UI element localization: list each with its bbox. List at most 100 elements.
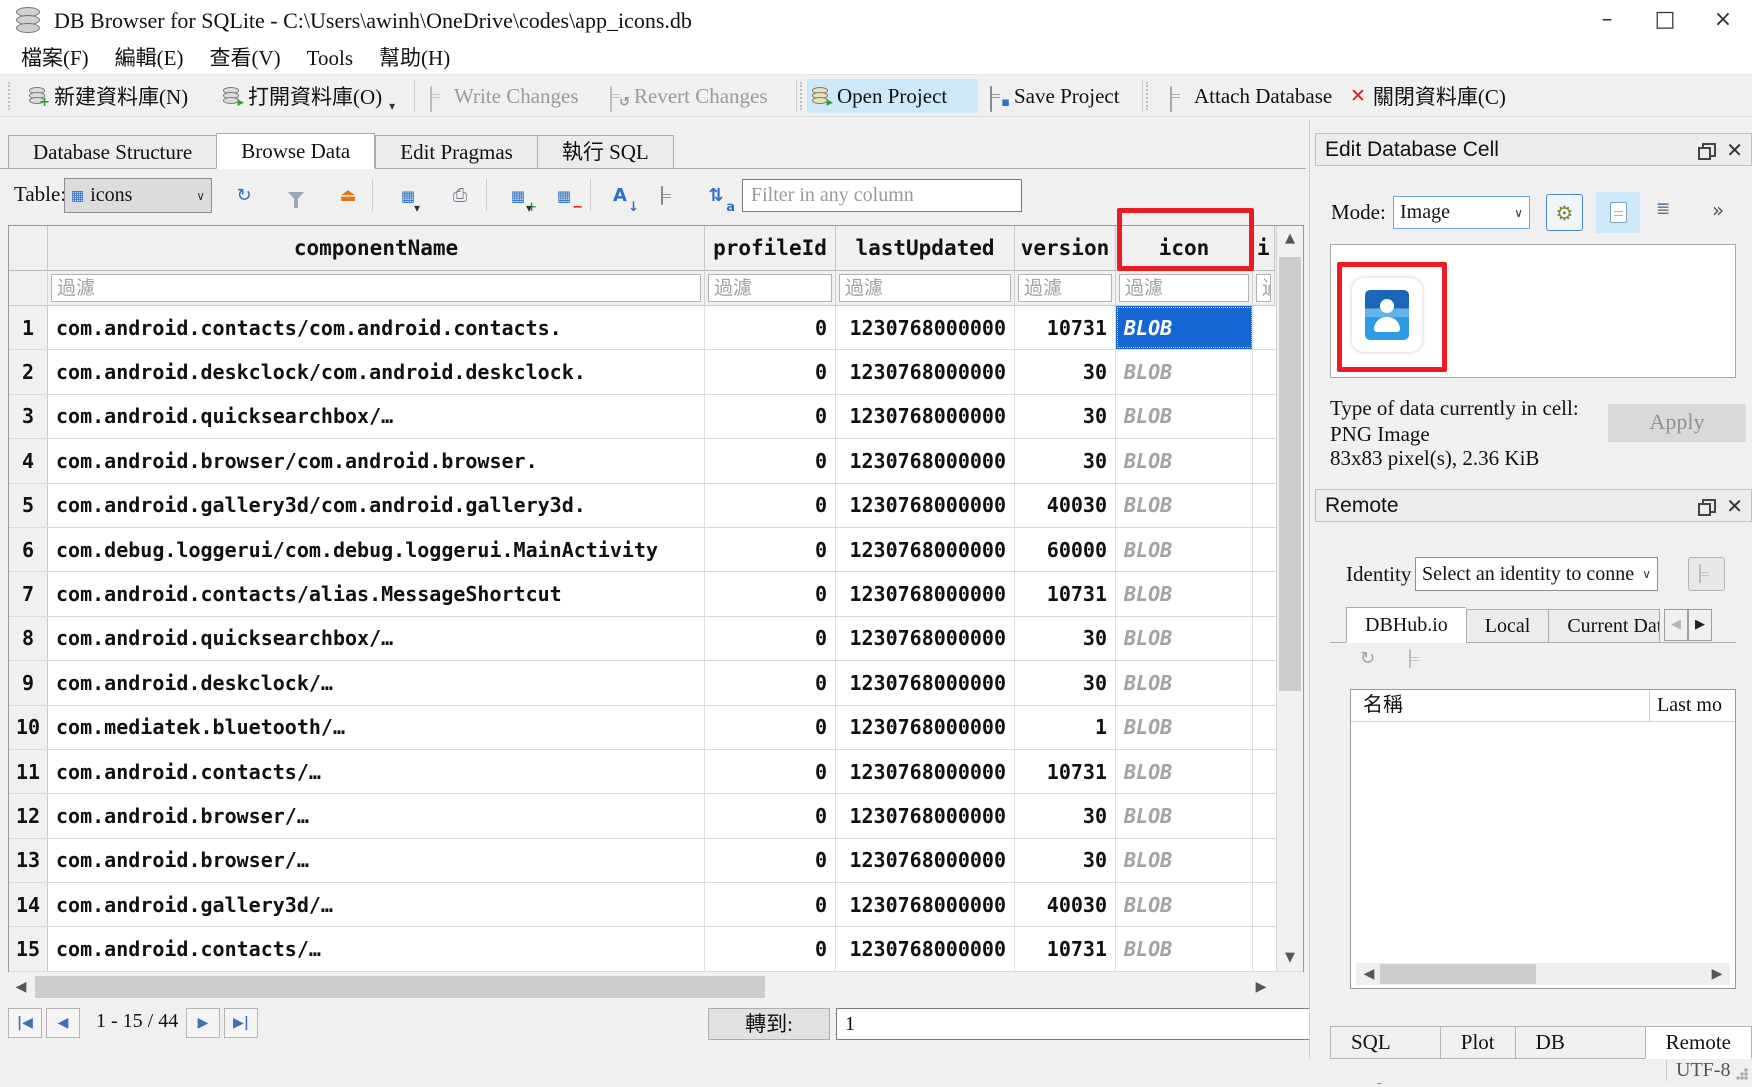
cell-icon[interactable]: BLOB — [1116, 883, 1253, 926]
cell-icon[interactable]: BLOB — [1116, 439, 1253, 482]
row-number[interactable]: 2 — [9, 350, 48, 393]
header-icon[interactable]: icon — [1116, 226, 1253, 271]
dock-close-icon[interactable]: ✕ — [1726, 496, 1743, 516]
horizontal-scroll-thumb[interactable] — [35, 976, 765, 998]
tab-database-structure[interactable]: Database Structure — [8, 135, 216, 169]
undock-icon[interactable] — [1698, 143, 1712, 157]
cell-componentName[interactable]: com.android.contacts/com.android.contact… — [48, 306, 705, 349]
row-number[interactable]: 8 — [9, 617, 48, 660]
next-record-button[interactable]: ▶ — [186, 1008, 220, 1038]
undock-icon[interactable] — [1698, 499, 1712, 513]
cell-icon[interactable]: BLOB — [1116, 306, 1253, 349]
grid-vertical-scrollbar[interactable]: ▲ ▼ — [1276, 226, 1303, 971]
write-changes-button[interactable]: Write Changes — [424, 79, 583, 113]
row-number[interactable]: 5 — [9, 484, 48, 527]
row-number[interactable]: 15 — [9, 927, 48, 970]
row-number[interactable]: 10 — [9, 706, 48, 749]
cell-version[interactable]: 10731 — [1015, 927, 1116, 970]
cell-lastUpdated[interactable]: 1230768000000 — [836, 839, 1015, 882]
cell-profileId[interactable]: 0 — [705, 750, 836, 793]
identity-dropdown[interactable]: Select an identity to conne ∨ — [1415, 557, 1658, 591]
tab-scroll-right-icon[interactable]: ▶ — [1688, 609, 1712, 641]
cell-version[interactable]: 30 — [1015, 839, 1116, 882]
cell-lastUpdated[interactable]: 1230768000000 — [836, 883, 1015, 926]
menu-tools[interactable]: Tools — [294, 42, 366, 74]
cell-componentName[interactable]: com.android.deskclock/… — [48, 661, 705, 704]
cell-lastUpdated[interactable]: 1230768000000 — [836, 350, 1015, 393]
cell-profileId[interactable]: 0 — [705, 439, 836, 482]
insert-record-icon[interactable]: ▦+▾ — [502, 181, 534, 211]
scroll-left-icon[interactable]: ◀ — [1356, 963, 1382, 989]
cell-lastUpdated[interactable]: 1230768000000 — [836, 439, 1015, 482]
remote-list-scrollbar[interactable]: ◀ ▶ — [1356, 963, 1730, 985]
bottom-tab-plot[interactable]: Plot — [1440, 1026, 1515, 1059]
new-database-button[interactable]: + 新建資料庫(N) — [24, 79, 192, 113]
header-profileId[interactable]: profileId — [705, 226, 836, 271]
remote-dock-titlebar[interactable]: Remote ✕ — [1315, 489, 1752, 522]
row-number[interactable]: 1 — [9, 306, 48, 349]
cell-profileId[interactable]: 0 — [705, 706, 836, 749]
cell-profileId[interactable]: 0 — [705, 794, 836, 837]
scroll-right-icon[interactable]: ▶ — [1248, 974, 1274, 1000]
cell-lastUpdated[interactable]: 1230768000000 — [836, 306, 1015, 349]
save-filters-icon[interactable]: ⏏ — [332, 181, 364, 211]
open-database-button[interactable]: ▸ 打開資料庫(O) ▾ — [218, 79, 399, 113]
remote-tab-local[interactable]: Local — [1466, 609, 1549, 643]
cell-icon[interactable]: BLOB — [1116, 750, 1253, 793]
table-row[interactable]: 13 com.android.browser/… 0 1230768000000… — [9, 839, 1303, 883]
cell-version[interactable]: 30 — [1015, 439, 1116, 482]
cell-profileId[interactable]: 0 — [705, 617, 836, 660]
cell-profileId[interactable]: 0 — [705, 839, 836, 882]
cell-version[interactable]: 30 — [1015, 395, 1116, 438]
cell-componentName[interactable]: com.android.browser/… — [48, 794, 705, 837]
word-wrap-icon[interactable]: ≣ — [1656, 200, 1682, 224]
cell-version[interactable]: 30 — [1015, 350, 1116, 393]
cell-componentName[interactable]: com.android.gallery3d/… — [48, 883, 705, 926]
close-button[interactable]: × — [1694, 0, 1752, 42]
tab-browse-data[interactable]: Browse Data — [216, 133, 375, 169]
row-number[interactable]: 7 — [9, 572, 48, 615]
clear-filters-icon[interactable] — [280, 181, 312, 211]
remote-list-header-name[interactable]: 名稱 — [1351, 690, 1650, 721]
header-partial[interactable]: i — [1253, 226, 1275, 271]
import-certificate-button[interactable] — [1688, 557, 1725, 591]
cell-profileId[interactable]: 0 — [705, 350, 836, 393]
toolbar-overflow-icon[interactable]: » — [1712, 198, 1722, 222]
menu-view[interactable]: 查看(V) — [197, 42, 294, 74]
row-number[interactable]: 6 — [9, 528, 48, 571]
cell-icon[interactable]: BLOB — [1116, 350, 1253, 393]
delete-record-icon[interactable]: ▦− — [548, 181, 580, 211]
previous-record-button[interactable]: ◀ — [46, 1008, 80, 1038]
cell-version[interactable]: 1 — [1015, 706, 1116, 749]
table-row[interactable]: 5 com.android.gallery3d/com.android.gall… — [9, 484, 1303, 528]
last-record-button[interactable]: ▶| — [224, 1008, 258, 1038]
cell-componentName[interactable]: com.android.contacts/… — [48, 927, 705, 970]
menu-edit[interactable]: 編輯(E) — [102, 42, 197, 74]
cell-version[interactable]: 60000 — [1015, 528, 1116, 571]
filter-partial[interactable]: 過濾 — [1253, 271, 1275, 306]
cell-lastUpdated[interactable]: 1230768000000 — [836, 484, 1015, 527]
filter-componentName[interactable]: 過濾 — [48, 271, 705, 306]
cell-profileId[interactable]: 0 — [705, 661, 836, 704]
cell-lastUpdated[interactable]: 1230768000000 — [836, 794, 1015, 837]
open-database-dropdown-caret[interactable]: ▾ — [389, 99, 395, 113]
edit-display-format-icon[interactable]: A↓ — [604, 181, 636, 211]
cell-version[interactable]: 10731 — [1015, 306, 1116, 349]
panel-splitter[interactable] — [1309, 120, 1310, 1058]
open-project-button[interactable]: ▸ Open Project — [807, 79, 978, 113]
row-number[interactable]: 11 — [9, 750, 48, 793]
save-project-button[interactable]: ▪ Save Project — [984, 79, 1124, 113]
table-row[interactable]: 6 com.debug.loggerui/com.debug.loggerui.… — [9, 528, 1303, 572]
filter-icon[interactable]: 過濾 — [1116, 271, 1253, 306]
cell-icon[interactable]: BLOB — [1116, 395, 1253, 438]
revert-changes-button[interactable]: ↺ Revert Changes — [604, 79, 772, 113]
cell-version[interactable]: 30 — [1015, 661, 1116, 704]
text-view-button[interactable] — [1596, 192, 1640, 233]
encoding-indicator[interactable]: UTF-8 — [1676, 1059, 1730, 1082]
cell-profileId[interactable]: 0 — [705, 484, 836, 527]
first-record-button[interactable]: |◀ — [8, 1008, 42, 1038]
cell-version[interactable]: 10731 — [1015, 572, 1116, 615]
row-number[interactable]: 4 — [9, 439, 48, 482]
cell-lastUpdated[interactable]: 1230768000000 — [836, 528, 1015, 571]
cell-icon[interactable]: BLOB — [1116, 661, 1253, 704]
